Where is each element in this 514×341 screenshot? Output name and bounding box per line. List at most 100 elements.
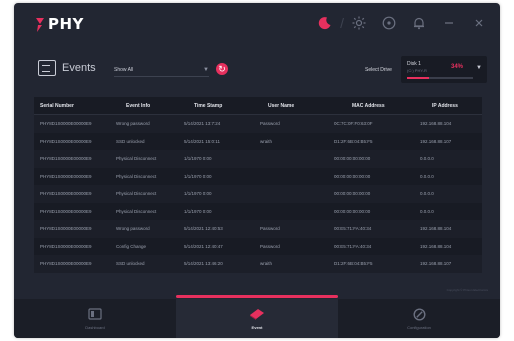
table-cell: 00:00:00:00:00:00 — [334, 173, 371, 179]
events-toolbar: Events Show All ▼ ↻ Select Drive Disk 1 … — [38, 56, 487, 84]
table-cell: PHY8D1S0000E00000E9 — [40, 156, 92, 162]
table-cell: Config Change — [116, 243, 147, 249]
table-row[interactable]: PHY8D1S0000E00000E9 Physical Disconnect 1/… — [34, 203, 482, 221]
table-cell: 0.0.0.0 — [420, 191, 434, 197]
select-drive-label: Select Drive — [365, 67, 392, 73]
nav-label: Configuration — [407, 325, 431, 330]
brand-name: PHY — [48, 15, 84, 33]
show-filter-select[interactable]: Show All ▼ — [114, 63, 209, 77]
table-cell: D1:2F:6B:04:B5:F5 — [334, 261, 373, 267]
table-row[interactable]: PHY8D1S0000E00000E9 Physical Disconnect 1/… — [34, 168, 482, 186]
table-cell: 5/14/2021 12:40:47 — [184, 243, 223, 249]
table-cell: Wrong password — [116, 226, 150, 232]
table-cell: 192.168.88.107 — [420, 261, 452, 267]
table-cell: PHY8D1S0000E00000E9 — [40, 138, 92, 144]
table-row[interactable]: PHY8D1S0000E00000E9 Physical Disconnect 1/… — [34, 150, 482, 168]
table-cell: PHY8D1S0000E00000E9 — [40, 173, 92, 179]
table-row[interactable]: PHY8D1S0000E00000E9 SSD unlocked 5/14/2021… — [34, 133, 482, 151]
minimize-icon[interactable] — [440, 14, 458, 32]
table-row[interactable]: PHY8D1S0000E00000E9 Config Change 5/14/202… — [34, 238, 482, 256]
table-cell: Physical Disconnect — [116, 208, 157, 214]
drive-usage-bar — [407, 77, 473, 79]
drive-name: Disk 1 — [407, 61, 421, 67]
active-tab-indicator — [176, 295, 338, 298]
table-cell: 192.168.88.104 — [420, 226, 452, 232]
drive-usage-fill — [407, 77, 430, 79]
chevron-down-icon: ▼ — [476, 65, 482, 71]
table-cell: Password — [260, 226, 280, 232]
theme-separator: / — [340, 15, 344, 31]
table-cell: 5/14/2021 13:46:20 — [184, 261, 223, 267]
show-filter-value: Show All — [114, 66, 134, 73]
drive-subtitle: (C:) PHY-R — [407, 68, 427, 73]
table-cell: 1/1/1970 0:00 — [184, 191, 212, 197]
table-cell: 192.168.88.104 — [420, 243, 452, 249]
nav-item-configuration[interactable]: Configuration — [338, 299, 500, 338]
column-header[interactable]: IP Address — [412, 103, 482, 109]
table-cell: PHY8D1S0000E00000E9 — [40, 226, 92, 232]
column-header[interactable]: Event Info — [112, 103, 178, 109]
table-row[interactable]: PHY8D1S0000E00000E9 SSD unlocked 5/14/2021… — [34, 255, 482, 273]
table-cell: D1:2F:6B:04:B5:F5 — [334, 138, 373, 144]
bell-icon[interactable] — [410, 14, 428, 32]
bottom-nav: Dashboard Event Configuration — [14, 295, 500, 338]
table-header: Serial Number Event Info Time Stamp User… — [34, 97, 482, 115]
table-cell: 192.168.88.104 — [420, 121, 452, 127]
table-cell: Password — [260, 121, 280, 127]
info-icon[interactable] — [380, 14, 398, 32]
close-icon[interactable] — [470, 14, 488, 32]
table-cell: Physical Disconnect — [116, 173, 157, 179]
table-cell: 00:00:00:00:00:00 — [334, 156, 371, 162]
header-icons: / — [316, 13, 488, 33]
logo-mark-icon — [36, 18, 44, 32]
table-body: PHY8D1S0000E00000E9 Wrong password 5/14/20… — [34, 115, 482, 273]
table-cell: 1/1/1970 0:00 — [184, 173, 212, 179]
table-row[interactable]: PHY8D1S0000E00000E9 Wrong password 5/14/20… — [34, 220, 482, 238]
column-header[interactable]: User Name — [254, 103, 328, 109]
table-cell: 00:E5:71:FA:40:34 — [334, 226, 372, 232]
table-row[interactable]: PHY8D1S0000E00000E9 Physical Disconnect 1/… — [34, 185, 482, 203]
table-cell: 0.0.0.0 — [420, 208, 434, 214]
table-cell: 192.168.88.107 — [420, 138, 452, 144]
table-cell: 00:00:00:00:00:00 — [334, 208, 371, 214]
column-header[interactable]: Serial Number — [34, 103, 112, 109]
nav-item-dashboard[interactable]: Dashboard — [14, 299, 176, 338]
drive-selector[interactable]: Disk 1 (C:) PHY-R 34% ▼ — [401, 56, 487, 83]
moon-icon[interactable] — [316, 14, 334, 32]
refresh-button[interactable]: ↻ — [216, 63, 228, 75]
table-cell: Physical Disconnect — [116, 191, 157, 197]
app-window: PHY / Events Show All ▼ ↻ Select Drive D… — [14, 3, 500, 338]
app-logo: PHY — [34, 14, 84, 34]
app-header: PHY / — [14, 3, 500, 43]
table-cell: 1/1/1970 0:00 — [184, 156, 212, 162]
table-cell: PHY8D1S0000E00000E9 — [40, 208, 92, 214]
table-cell: 00:00:00:00:00:00 — [334, 191, 371, 197]
table-cell: Wrong password — [116, 121, 150, 127]
events-table: Serial Number Event Info Time Stamp User… — [34, 97, 482, 273]
drive-usage-percent: 34% — [451, 64, 464, 70]
table-cell: 00:E5:71:FA:40:34 — [334, 243, 372, 249]
dashboard-icon — [87, 307, 103, 321]
table-cell: PHY8D1S0000E00000E9 — [40, 243, 92, 249]
table-cell: 0.0.0.0 — [420, 173, 434, 179]
table-cell: 5/14/2021 15:0:11 — [184, 138, 220, 144]
events-title: Events — [38, 60, 96, 76]
nav-item-event[interactable]: Event — [176, 295, 338, 338]
table-cell: 1/1/1970 0:00 — [184, 208, 212, 214]
table-cell: PHY8D1S0000E00000E9 — [40, 191, 92, 197]
table-cell: Physical Disconnect — [116, 156, 157, 162]
sun-icon[interactable] — [350, 14, 368, 32]
events-label: Events — [62, 62, 96, 74]
table-cell: 0.0.0.0 — [420, 156, 434, 162]
column-header[interactable]: MAC Address — [328, 103, 412, 109]
nav-label: Dashboard — [85, 325, 105, 330]
table-cell: PHY8D1S0000E00000E9 — [40, 121, 92, 127]
table-cell: Password — [260, 243, 280, 249]
table-cell: SSD unlocked — [116, 138, 145, 144]
table-row[interactable]: PHY8D1S0000E00000E9 Wrong password 5/14/20… — [34, 115, 482, 133]
gear-icon — [411, 307, 427, 321]
table-cell: PHY8D1S0000E00000E9 — [40, 261, 92, 267]
column-header[interactable]: Time Stamp — [178, 103, 254, 109]
nav-label: Event — [251, 325, 263, 330]
table-cell: 5/14/2021 13:7:24 — [184, 121, 221, 127]
